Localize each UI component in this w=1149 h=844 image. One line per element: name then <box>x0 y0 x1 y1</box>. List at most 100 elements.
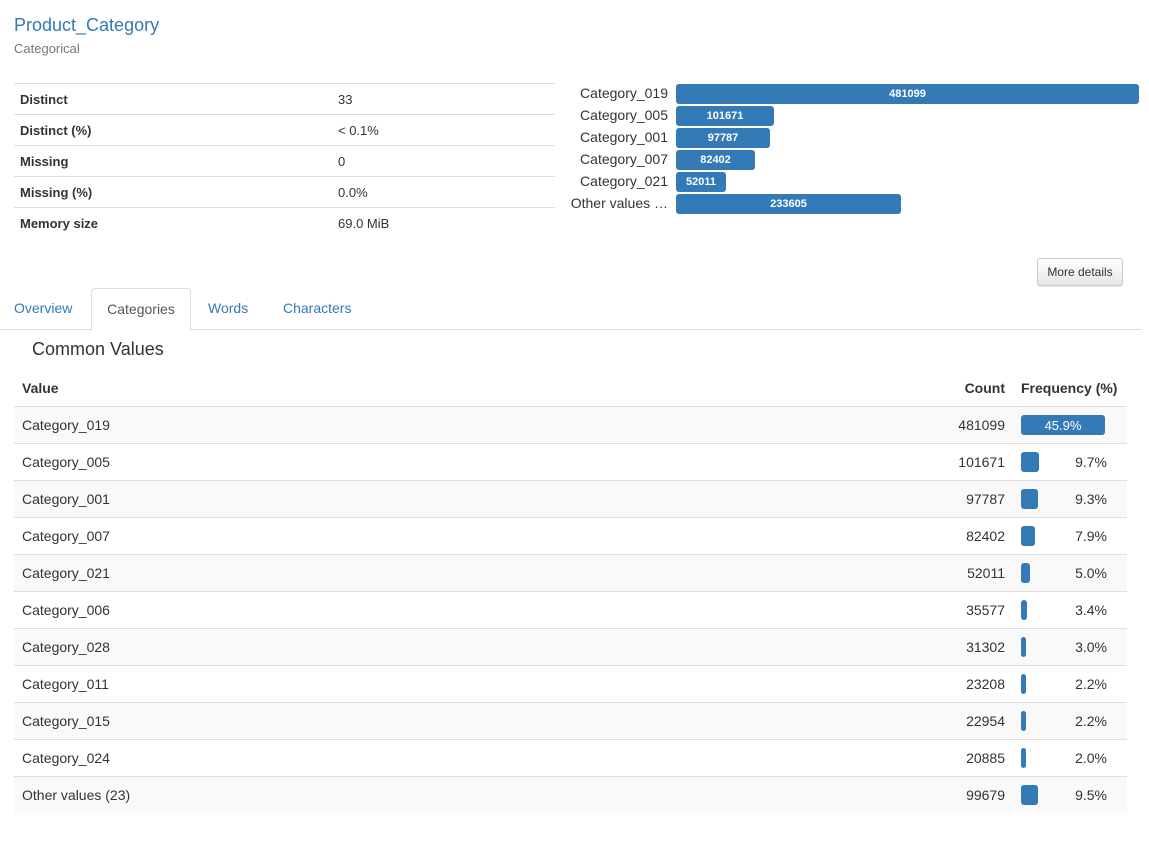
frequency-wrap: 7.9% <box>1021 526 1107 546</box>
header-value: Value <box>14 369 827 407</box>
frequency-cell: 3.4% <box>1013 591 1127 629</box>
frequency-bar <box>1021 563 1030 583</box>
table-row: Category_005 101671 9.7% <box>14 443 1127 481</box>
frequency-percent: 9.7% <box>1075 454 1107 470</box>
value-cell: Other values (23) <box>14 776 827 813</box>
value-cell: Category_001 <box>14 480 827 518</box>
count-cell: 31302 <box>827 628 1013 666</box>
frequency-percent: 2.2% <box>1075 676 1107 692</box>
stats-label: Missing (%) <box>14 176 332 208</box>
count-cell: 35577 <box>827 591 1013 629</box>
frequency-cell: 9.7% <box>1013 443 1127 481</box>
frequency-wrap: 2.2% <box>1021 674 1107 694</box>
mini-chart-bar: 82402 <box>676 150 755 170</box>
table-header-row: Value Count Frequency (%) <box>14 369 1127 407</box>
stats-value: 0 <box>332 145 555 177</box>
mini-chart-label: Category_005 <box>580 107 668 123</box>
frequency-percent: 2.2% <box>1075 713 1107 729</box>
value-cell: Category_006 <box>14 591 827 629</box>
tab-characters[interactable]: Characters <box>283 288 351 328</box>
frequency-cell: 3.0% <box>1013 628 1127 666</box>
frequency-percent: 9.5% <box>1075 787 1107 803</box>
stats-value: 69.0 MiB <box>332 207 555 238</box>
frequency-wrap: 2.2% <box>1021 711 1107 731</box>
tab-overview[interactable]: Overview <box>14 288 72 328</box>
stats-table: Distinct 33 Distinct (%) < 0.1% Missing 0 Miss… <box>14 83 555 238</box>
header-frequency: Frequency (%) <box>1013 369 1127 407</box>
mini-chart-row: Category_019 481099 <box>560 84 1140 104</box>
frequency-bar <box>1021 600 1027 620</box>
frequency-percent: 2.0% <box>1075 750 1107 766</box>
count-cell: 23208 <box>827 665 1013 703</box>
frequency-bar: 45.9% <box>1021 415 1105 435</box>
mini-chart-row: Category_001 97787 <box>560 128 1140 148</box>
mini-chart-label: Category_019 <box>580 85 668 101</box>
mini-chart-row: Other values … 233605 <box>560 194 1140 214</box>
stats-row: Distinct (%) < 0.1% <box>14 114 555 146</box>
table-row: Category_021 52011 5.0% <box>14 554 1127 592</box>
mini-chart-bar: 97787 <box>676 128 770 148</box>
tab-words[interactable]: Words <box>208 288 248 328</box>
frequency-bar <box>1021 748 1026 768</box>
frequency-cell: 2.2% <box>1013 702 1127 740</box>
frequency-wrap: 9.7% <box>1021 452 1107 472</box>
tab-categories[interactable]: Categories <box>91 288 191 331</box>
value-cell: Category_005 <box>14 443 827 481</box>
variable-name: Product_Category <box>14 15 160 35</box>
frequency-bar <box>1021 674 1026 694</box>
mini-chart-bar: 52011 <box>676 172 726 192</box>
table-row: Other values (23) 99679 9.5% <box>14 776 1127 813</box>
table-row: Category_007 82402 7.9% <box>14 517 1127 555</box>
value-cell: Category_028 <box>14 628 827 666</box>
frequency-bar <box>1021 452 1039 472</box>
frequency-cell: 2.0% <box>1013 739 1127 777</box>
frequency-cell: 9.5% <box>1013 776 1127 813</box>
table-row: Category_019 481099 45.9% <box>14 406 1127 444</box>
mini-chart-label: Other values … <box>570 195 668 211</box>
stats-value: 0.0% <box>332 176 555 208</box>
frequency-wrap: 2.0% <box>1021 748 1107 768</box>
header-count: Count <box>827 369 1013 407</box>
mini-chart-bar: 481099 <box>676 84 1139 104</box>
stats-row: Missing (%) 0.0% <box>14 176 555 208</box>
stats-row: Distinct 33 <box>14 83 555 115</box>
mini-chart-label: Category_001 <box>580 129 668 145</box>
frequency-bar <box>1021 711 1026 731</box>
table-row: Category_011 23208 2.2% <box>14 665 1127 703</box>
value-cell: Category_015 <box>14 702 827 740</box>
frequency-wrap: 3.0% <box>1021 637 1107 657</box>
value-cell: Category_011 <box>14 665 827 703</box>
value-cell: Category_024 <box>14 739 827 777</box>
frequency-wrap: 45.9% <box>1021 415 1107 435</box>
frequency-bar <box>1021 489 1038 509</box>
mini-chart-bar: 101671 <box>676 106 774 126</box>
frequency-percent: 5.0% <box>1075 565 1107 581</box>
stats-label: Distinct (%) <box>14 114 332 146</box>
mini-chart-bar: 233605 <box>676 194 901 214</box>
frequency-percent: 7.9% <box>1075 528 1107 544</box>
frequency-cell: 7.9% <box>1013 517 1127 555</box>
count-cell: 82402 <box>827 517 1013 555</box>
frequency-percent: 3.4% <box>1075 602 1107 618</box>
frequency-bar <box>1021 637 1026 657</box>
mini-chart-label: Category_007 <box>580 151 668 167</box>
frequency-wrap: 3.4% <box>1021 600 1107 620</box>
count-cell: 22954 <box>827 702 1013 740</box>
table-row: Category_015 22954 2.2% <box>14 702 1127 740</box>
frequency-wrap: 5.0% <box>1021 563 1107 583</box>
table-row: Category_028 31302 3.0% <box>14 628 1127 666</box>
frequency-cell: 2.2% <box>1013 665 1127 703</box>
stats-value: 33 <box>332 83 555 115</box>
more-details-button[interactable]: More details <box>1037 258 1123 286</box>
frequency-percent: 9.3% <box>1075 491 1107 507</box>
common-values-table: Value Count Frequency (%) Category_019 48… <box>14 369 1127 813</box>
frequency-percent: 3.0% <box>1075 639 1107 655</box>
stats-value: < 0.1% <box>332 114 555 146</box>
tab-bar: Overview Categories Words Characters <box>0 288 1141 331</box>
stats-label: Memory size <box>14 207 332 238</box>
table-row: Category_024 20885 2.0% <box>14 739 1127 777</box>
frequency-cell: 45.9% <box>1013 406 1127 444</box>
stats-label: Distinct <box>14 83 332 115</box>
mini-chart-row: Category_007 82402 <box>560 150 1140 170</box>
count-cell: 99679 <box>827 776 1013 813</box>
